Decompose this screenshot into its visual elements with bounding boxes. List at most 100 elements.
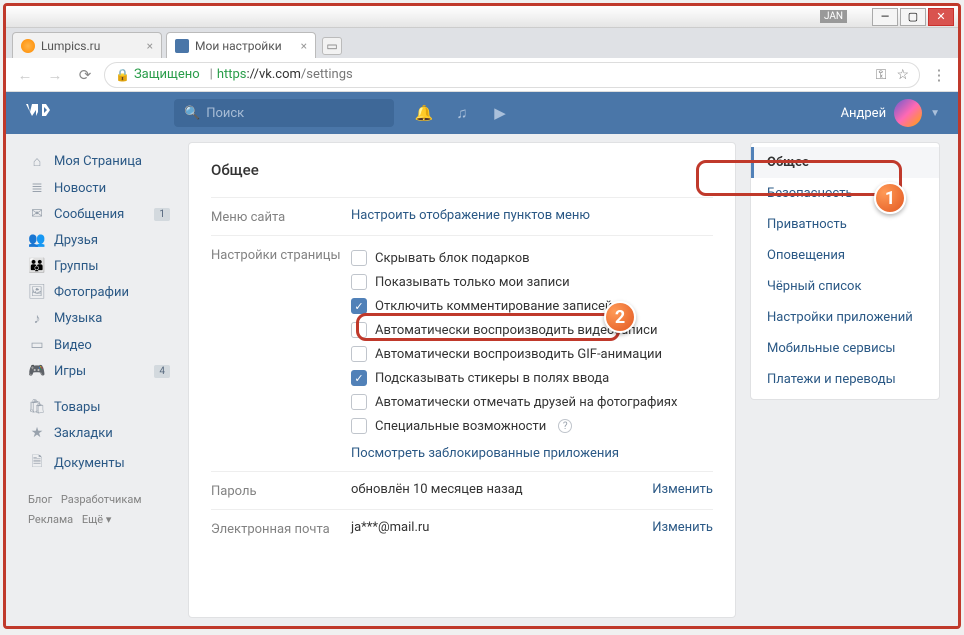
tab-close-icon[interactable]: × [147, 39, 153, 53]
friends-icon: 👥 [28, 232, 46, 248]
footer-link-blog[interactable]: Блог [28, 493, 52, 506]
sidebar-item-photos[interactable]: 🖼Фотографии [24, 279, 174, 305]
help-icon[interactable]: ? [558, 419, 572, 433]
new-tab-button[interactable]: ▭ [322, 37, 342, 55]
sidebar-item-music[interactable]: ♪Музыка [24, 305, 174, 332]
email-value: ja***@mail.ru [351, 520, 429, 537]
checkbox[interactable] [351, 346, 367, 362]
message-icon: ✉ [28, 206, 46, 222]
search-input[interactable]: 🔍 Поиск [174, 99, 394, 127]
change-email-link[interactable]: Изменить [652, 520, 713, 537]
tab-title: Мои настройки [195, 39, 282, 53]
section-label-email: Электронная почта [211, 520, 351, 537]
right-nav-item-payments[interactable]: Платежи и переводы [751, 364, 939, 395]
games-icon: 🎮 [28, 363, 46, 379]
checkbox-label: Показывать только мои записи [375, 275, 570, 290]
sidebar-item-friends[interactable]: 👥Друзья [24, 227, 174, 253]
sidebar-item-my-page[interactable]: ⌂Моя Страница [24, 148, 174, 175]
blocked-apps-link[interactable]: Посмотреть заблокированные приложения [351, 446, 619, 461]
checkbox-label: Скрывать блок подарков [375, 251, 530, 266]
sidebar-item-documents[interactable]: 🗎Документы [24, 446, 174, 480]
checkbox-label: Автоматически отмечать друзей на фотогра… [375, 395, 677, 410]
sidebar-item-label: Моя Страница [54, 154, 142, 169]
menu-button[interactable]: ⋮ [928, 64, 950, 86]
checkbox[interactable] [351, 418, 367, 434]
sidebar-item-label: Фотографии [54, 285, 129, 300]
footer-link-dev[interactable]: Разработчикам [61, 493, 142, 506]
music-icon[interactable]: ♫ [452, 103, 472, 123]
checkbox-row-suggest-stickers[interactable]: ✓Подсказывать стикеры в полях ввода [351, 366, 713, 390]
browser-tab-vk-settings[interactable]: Мои настройки × [166, 32, 316, 58]
badge: 1 [154, 208, 170, 221]
sidebar-item-label: Закладки [54, 426, 113, 441]
right-nav-item-mobile[interactable]: Мобильные сервисы [751, 333, 939, 364]
notifications-icon[interactable]: 🔔 [414, 103, 434, 123]
url-path: /settings [301, 67, 353, 82]
checkbox-label: Специальные возможности [375, 419, 546, 434]
change-password-link[interactable]: Изменить [652, 482, 713, 499]
right-nav-item-general[interactable]: Общее [751, 147, 939, 178]
checkbox[interactable]: ✓ [351, 370, 367, 386]
document-icon: 🗎 [28, 451, 46, 475]
minimize-button[interactable]: — [872, 8, 898, 26]
settings-content: Общее Меню сайта Настроить отображение п… [188, 142, 736, 618]
maximize-button[interactable]: ▢ [900, 8, 926, 26]
right-nav-item-blacklist[interactable]: Чёрный список [751, 271, 939, 302]
checkbox-row-autoplay-video[interactable]: Автоматически воспроизводить видеозаписи [351, 318, 713, 342]
section-label-password: Пароль [211, 482, 351, 499]
sidebar-item-news[interactable]: ≣Новости [24, 175, 174, 201]
checkbox[interactable]: ✓ [351, 298, 367, 314]
checkbox-row-hide-gifts[interactable]: Скрывать блок подарков [351, 246, 713, 270]
checkbox[interactable] [351, 250, 367, 266]
player-icon[interactable]: ▶ [490, 103, 510, 123]
secure-label: Защищено [134, 67, 200, 82]
sidebar-item-messages[interactable]: ✉Сообщения1 [24, 201, 174, 227]
sidebar-item-games[interactable]: 🎮 Игры 4 [24, 358, 174, 384]
user-menu[interactable]: Андрей ▼ [841, 99, 940, 127]
checkbox[interactable] [351, 322, 367, 338]
news-icon: ≣ [28, 180, 46, 196]
sidebar-item-video[interactable]: ▭Видео [24, 332, 174, 358]
footer-link-ads[interactable]: Реклама [28, 513, 73, 526]
right-nav-item-security[interactable]: Безопасность [751, 178, 939, 209]
callout-number-2: 2 [604, 301, 636, 333]
left-sidebar: ⌂Моя Страница ≣Новости ✉Сообщения1 👥Друз… [24, 142, 174, 618]
checkbox-row-accessibility[interactable]: Специальные возможности? [351, 414, 713, 438]
sidebar-item-bookmarks[interactable]: ★ Закладки [24, 420, 174, 446]
callout-number-1: 1 [874, 182, 906, 214]
sidebar-item-market[interactable]: 🛍 Товары [24, 394, 174, 420]
right-nav-item-app-settings[interactable]: Настройки приложений [751, 302, 939, 333]
os-user-badge: JAN [820, 10, 847, 23]
key-icon[interactable]: ⚿ [876, 67, 887, 83]
url-input[interactable]: 🔒 Защищено | https://vk.com/settings ⚿ ☆ [104, 62, 920, 88]
sidebar-item-label: Игры [54, 364, 86, 379]
checkbox-row-auto-tag-friends[interactable]: Автоматически отмечать друзей на фотогра… [351, 390, 713, 414]
forward-button[interactable]: → [44, 64, 66, 86]
groups-icon: 👪 [28, 258, 46, 274]
tab-title: Lumpics.ru [41, 39, 100, 53]
checkbox-row-only-my-posts[interactable]: Показывать только мои записи [351, 270, 713, 294]
checkbox-row-autoplay-gif[interactable]: Автоматически воспроизводить GIF-анимаци… [351, 342, 713, 366]
right-nav-item-privacy[interactable]: Приватность [751, 209, 939, 240]
checkbox[interactable] [351, 274, 367, 290]
badge: 4 [154, 365, 170, 378]
sidebar-item-label: Товары [54, 400, 100, 415]
right-nav-item-notifications[interactable]: Оповещения [751, 240, 939, 271]
checkbox-row-disable-comments[interactable]: ✓Отключить комментирование записей [351, 294, 713, 318]
configure-menu-link[interactable]: Настроить отображение пунктов меню [351, 208, 590, 223]
checkbox[interactable] [351, 394, 367, 410]
market-icon: 🛍 [28, 399, 46, 415]
back-button[interactable]: ← [14, 64, 36, 86]
sidebar-item-groups[interactable]: 👪Группы [24, 253, 174, 279]
footer-link-more[interactable]: Ещё ▾ [82, 513, 112, 526]
star-icon[interactable]: ☆ [896, 67, 909, 83]
tab-close-icon[interactable]: × [301, 39, 307, 53]
vk-logo[interactable] [24, 101, 174, 125]
close-button[interactable]: ✕ [928, 8, 954, 26]
reload-button[interactable]: ⟳ [74, 64, 96, 86]
avatar [894, 99, 922, 127]
music-icon: ♪ [28, 310, 46, 327]
section-label-page-settings: Настройки страницы [211, 246, 351, 461]
browser-tab-lumpics[interactable]: Lumpics.ru × [12, 32, 162, 58]
star-icon: ★ [28, 425, 46, 441]
